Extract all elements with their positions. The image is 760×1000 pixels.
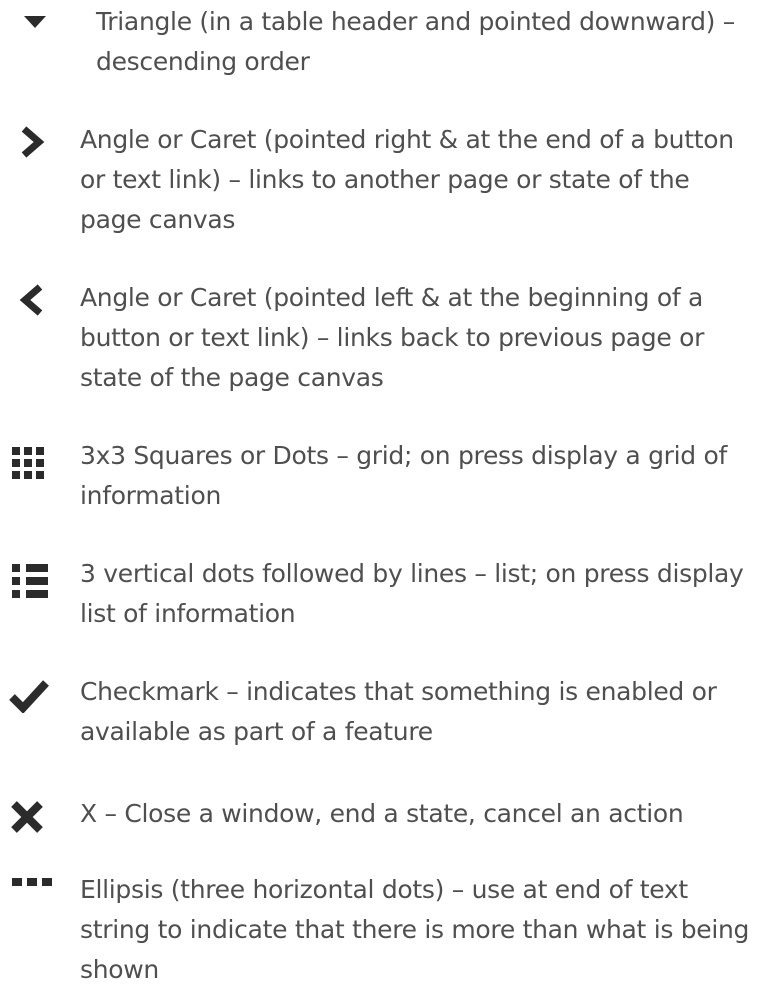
item-description: 3 vertical dots followed by lines – list…: [80, 559, 744, 628]
triangle-down-icon: [24, 16, 46, 28]
item-description: Angle or Caret (pointed left & at the be…: [80, 283, 705, 392]
grid-icon: [12, 447, 60, 483]
icon-glossary-list: Triangle (in a table header and pointed …: [0, 0, 760, 1000]
item-description: Triangle (in a table header and pointed …: [96, 7, 735, 76]
caret-right-icon: [18, 125, 46, 159]
list-icon: [12, 564, 60, 598]
item-description: Ellipsis (three horizontal dots) – use a…: [80, 875, 750, 984]
item-description: Angle or Caret (pointed right & at the e…: [80, 125, 734, 234]
item-description: Checkmark – indicates that something is …: [80, 677, 717, 746]
ellipsis-icon: [12, 878, 60, 888]
caret-left-icon: [18, 283, 46, 317]
item-description: 3x3 Squares or Dots – grid; on press dis…: [80, 441, 728, 510]
checkmark-icon: [8, 679, 50, 713]
item-description: X – Close a window, end a state, cancel …: [80, 799, 684, 828]
close-icon: [10, 800, 44, 834]
